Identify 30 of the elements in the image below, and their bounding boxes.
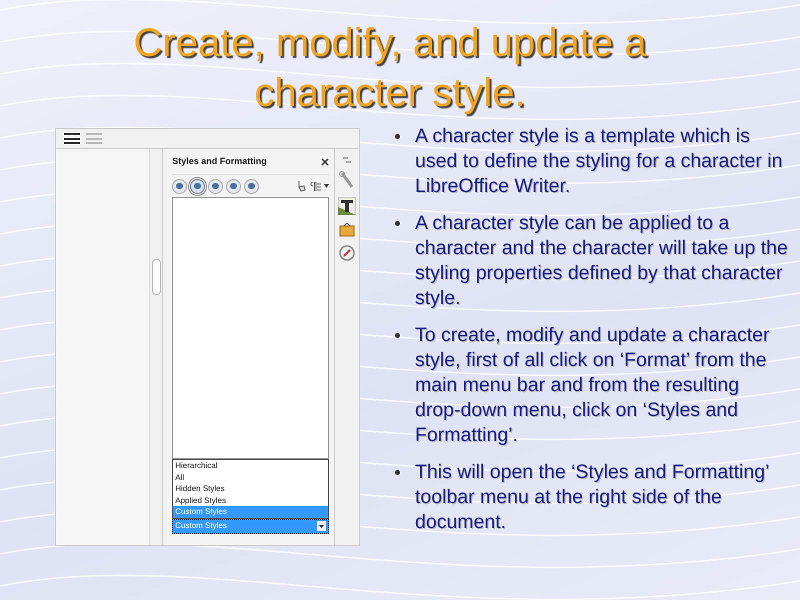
dropdown-item[interactable]: Hierarchical [173, 460, 328, 472]
slide-title: Create, modify, and update a character style. [132, 20, 648, 117]
style-list[interactable] [172, 197, 330, 459]
compass-icon[interactable] [339, 245, 356, 261]
bullet-text: To create, modify and update a character style, first of all click on ‘Format’ from the main menu bar and from the resulting drop-down menu, click on ‘Styles and Formatting’. [415, 323, 770, 448]
bullet-icon [395, 134, 400, 139]
page-styles-icon[interactable] [226, 178, 242, 194]
bullet-icon [395, 221, 400, 226]
dropdown-item[interactable]: All [173, 472, 328, 483]
character-styles-icon[interactable] [190, 178, 206, 194]
bullet-text: This will open the ‘Styles and Formatting’ toolbar menu at the right side of the document. [415, 460, 770, 535]
bullet-text: A character style is a template which is used to define the styling for a character in LibreOffice Writer. [415, 124, 784, 199]
panel-title: Styles and Formatting [172, 154, 267, 168]
dropdown-item[interactable]: Applied Styles [173, 494, 328, 506]
wrench-icon[interactable] [339, 171, 356, 189]
dropdown-item[interactable]: Hidden Styles [173, 483, 328, 494]
paragraph-styles-icon[interactable] [172, 178, 188, 194]
paragraph-mark-icon[interactable] [310, 182, 322, 190]
close-icon[interactable] [321, 158, 330, 166]
frame-styles-icon[interactable] [208, 178, 224, 194]
caret-icon[interactable] [324, 184, 330, 188]
list-icon[interactable] [64, 133, 80, 144]
caret-icon[interactable] [317, 521, 326, 531]
picture-frame-icon[interactable] [339, 223, 356, 237]
bullet-icon [395, 333, 400, 338]
list-styles-icon[interactable] [244, 178, 260, 194]
bullet-icon [395, 470, 400, 475]
letter-t-icon[interactable] [338, 197, 356, 215]
bullet-text: A character style can be applied to a character and the character will take up the styling properties defined by that character style. [415, 211, 789, 311]
menu-icon[interactable] [343, 157, 352, 163]
